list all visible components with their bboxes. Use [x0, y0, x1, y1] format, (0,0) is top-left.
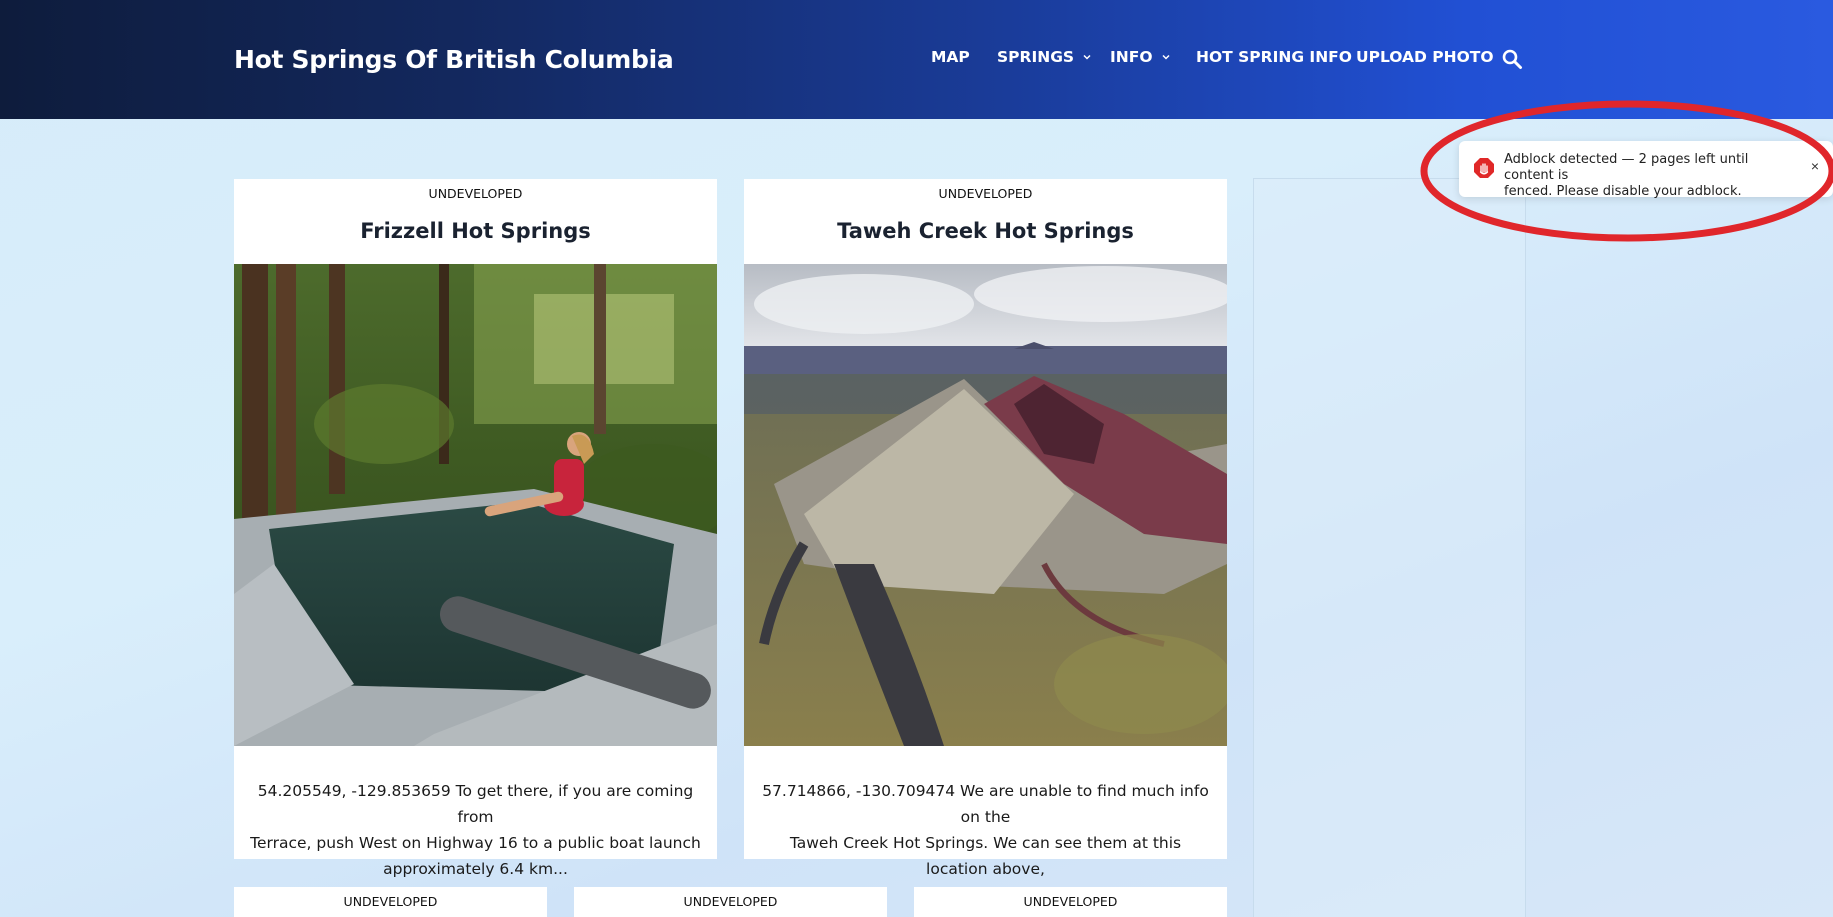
site-header: Hot Springs Of British Columbia MAP SPRI…: [0, 0, 1833, 119]
toast-message-line: fenced. Please disable your adblock.: [1504, 184, 1742, 199]
post-image-volcano[interactable]: [744, 264, 1227, 746]
post-title[interactable]: Taweh Creek Hot Springs: [744, 219, 1227, 243]
chevron-down-icon: [1083, 54, 1091, 60]
adblock-toast: Adblock detected — 2 pages left until co…: [1459, 141, 1833, 200]
post-category[interactable]: UNDEVELOPED: [914, 894, 1227, 909]
excerpt-line: 54.205549, -129.853659 To get there, if …: [257, 782, 694, 826]
post-card[interactable]: UNDEVELOPED Frizzell Hot Springs 54.2055…: [234, 179, 717, 878]
site-title[interactable]: Hot Springs Of British Columbia: [234, 45, 674, 74]
nav-upload-photo[interactable]: UPLOAD PHOTO: [1356, 48, 1494, 66]
stop-hand-icon: [1474, 158, 1494, 178]
post-card[interactable]: UNDEVELOPED: [234, 887, 547, 917]
post-image-hot-spring-pool[interactable]: [234, 264, 717, 746]
excerpt-line: Taweh Creek Hot Springs. We can see them…: [789, 834, 1182, 878]
nav-springs-label: SPRINGS: [997, 48, 1075, 66]
post-category[interactable]: UNDEVELOPED: [574, 894, 887, 909]
nav-upload-photo-label: UPLOAD PHOTO: [1356, 48, 1494, 66]
excerpt-line: 57.714866, -130.709474 We are unable to …: [762, 782, 1209, 826]
sidebar: [1253, 178, 1526, 917]
excerpt-line: Terrace, push West on Highway 16 to a pu…: [250, 834, 701, 852]
nav-hot-spring-info-label: HOT SPRING INFO: [1196, 48, 1352, 66]
post-excerpt: 54.205549, -129.853659 To get there, if …: [248, 778, 703, 882]
nav-info[interactable]: INFO: [1110, 48, 1171, 66]
toast-message-line: Adblock detected — 2 pages left until co…: [1504, 152, 1749, 183]
nav-info-label: INFO: [1110, 48, 1153, 66]
nav-map[interactable]: MAP: [931, 48, 970, 66]
post-category[interactable]: UNDEVELOPED: [234, 894, 547, 909]
close-icon[interactable]: ×: [1807, 158, 1823, 174]
post-card[interactable]: UNDEVELOPED: [914, 887, 1227, 917]
toast-message: Adblock detected — 2 pages left until co…: [1504, 152, 1794, 200]
post-card[interactable]: UNDEVELOPED: [574, 887, 887, 917]
search-icon[interactable]: [1501, 48, 1523, 70]
post-card[interactable]: UNDEVELOPED Taweh Creek Hot Springs 57.7…: [744, 179, 1227, 904]
post-title[interactable]: Frizzell Hot Springs: [234, 219, 717, 243]
post-category[interactable]: UNDEVELOPED: [744, 186, 1227, 201]
nav-map-label: MAP: [931, 48, 970, 66]
excerpt-line: approximately 6.4 km...: [383, 860, 568, 878]
volcano-aerial-photo: [744, 264, 1227, 746]
post-category[interactable]: UNDEVELOPED: [234, 186, 717, 201]
hot-spring-photo: [234, 264, 717, 746]
nav-springs[interactable]: SPRINGS: [997, 48, 1092, 66]
nav-hot-spring-info[interactable]: HOT SPRING INFO: [1196, 48, 1352, 66]
chevron-down-icon: [1161, 54, 1170, 60]
